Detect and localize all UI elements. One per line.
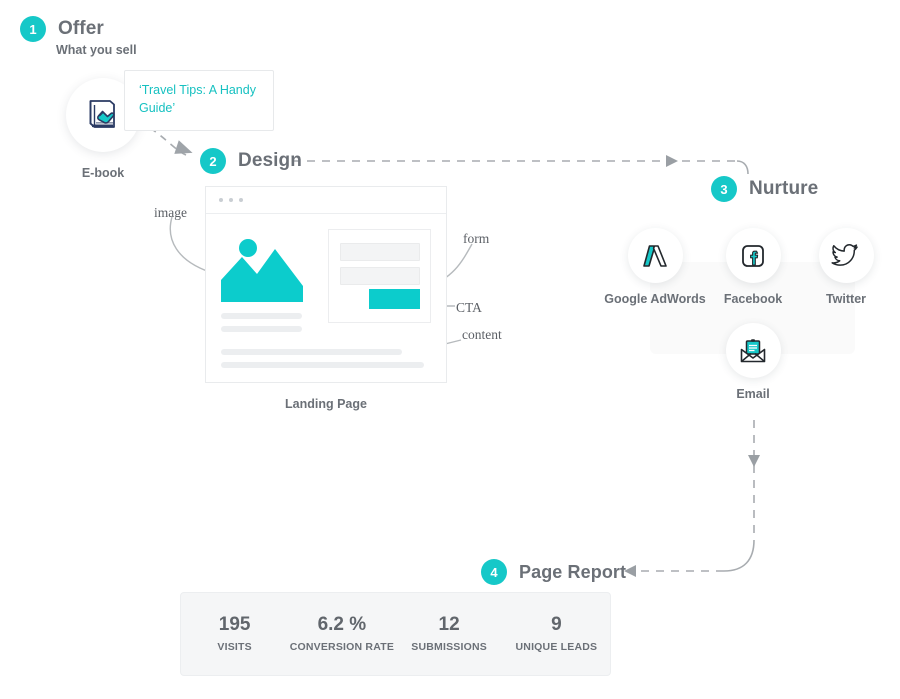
- annotation-cta: CTA: [456, 300, 482, 315]
- stat-value: 9: [551, 613, 562, 635]
- stat-value: 195: [218, 613, 251, 635]
- step-badge-1: 1: [20, 16, 46, 42]
- text-line-placeholder: [221, 349, 402, 355]
- channel-email[interactable]: Email: [697, 323, 809, 401]
- annotation-image: image: [154, 205, 187, 220]
- stat-visits: 195 VISITS: [181, 613, 288, 654]
- step-offer: 1 Offer: [20, 16, 104, 42]
- facebook-icon-disc: [725, 228, 781, 283]
- step-title-nurture: Nurture: [749, 178, 819, 199]
- cta-button[interactable]: [369, 289, 420, 309]
- stat-label: VISITS: [217, 641, 252, 654]
- step-report: 4 Page Report: [481, 559, 626, 585]
- hero-image-placeholder: [221, 239, 303, 302]
- form-field-1[interactable]: [340, 243, 420, 261]
- stat-label: UNIQUE LEADS: [515, 641, 598, 654]
- stat-conversion-rate: 6.2 % CONVERSION RATE: [288, 613, 395, 654]
- annotation-content: content: [462, 327, 502, 342]
- channel-label: Email: [736, 387, 770, 401]
- report-stats-card: 195 VISITS 6.2 % CONVERSION RATE 12 SUBM…: [180, 592, 611, 676]
- google-adwords-icon: [643, 244, 667, 267]
- step-title-report: Page Report: [519, 561, 627, 582]
- offer-tooltip: ‘Travel Tips: A Handy Guide’: [124, 70, 274, 131]
- landing-page-mock[interactable]: [205, 186, 447, 383]
- step-badge-4: 4: [481, 559, 507, 585]
- text-line-placeholder: [221, 362, 424, 368]
- twitter-icon-disc: [818, 228, 874, 283]
- channel-label: Google AdWords: [604, 292, 706, 306]
- landing-page-caption: Landing Page: [285, 397, 367, 411]
- email-icon-disc: [725, 323, 781, 378]
- landing-page-titlebar: [206, 187, 446, 214]
- ebook-icon: [89, 100, 115, 128]
- email-icon: [740, 338, 766, 362]
- step-badge-2: 2: [200, 148, 226, 174]
- step-badge-3: 3: [711, 176, 737, 202]
- step-nurture: 3 Nurture: [711, 176, 818, 202]
- stat-unique-leads: 9 UNIQUE LEADS: [503, 613, 610, 654]
- google-adwords-icon-disc: [627, 228, 683, 283]
- form-field-2[interactable]: [340, 267, 420, 285]
- step-title-design: Design: [238, 150, 302, 171]
- offer-subtitle: What you sell: [56, 43, 137, 57]
- stat-value: 12: [438, 613, 460, 635]
- annotation-form: form: [463, 231, 490, 246]
- step-title-offer: Offer: [58, 18, 104, 39]
- channel-twitter[interactable]: Twitter: [790, 228, 900, 306]
- stat-label: CONVERSION RATE: [289, 641, 395, 654]
- stat-value: 6.2 %: [317, 613, 367, 635]
- connector-offer-to-design: [149, 127, 187, 156]
- ebook-caption: E-book: [81, 166, 125, 180]
- window-dot-icon: [229, 198, 233, 202]
- stat-submissions: 12 SUBMISSIONS: [396, 613, 503, 654]
- channel-google-adwords[interactable]: Google AdWords: [599, 228, 711, 306]
- flow-diagram: 1 Offer What you sell E-book ‘Travel Tip…: [0, 0, 900, 699]
- channel-label: Twitter: [825, 292, 867, 306]
- window-dot-icon: [219, 198, 223, 202]
- lead-form[interactable]: [328, 229, 431, 323]
- step-design: 2 Design: [200, 148, 302, 174]
- window-dot-icon: [239, 198, 243, 202]
- facebook-icon: [742, 244, 764, 267]
- stat-label: SUBMISSIONS: [411, 641, 487, 654]
- twitter-icon: [831, 243, 858, 266]
- text-line-placeholder: [221, 313, 302, 319]
- text-line-placeholder: [221, 326, 302, 332]
